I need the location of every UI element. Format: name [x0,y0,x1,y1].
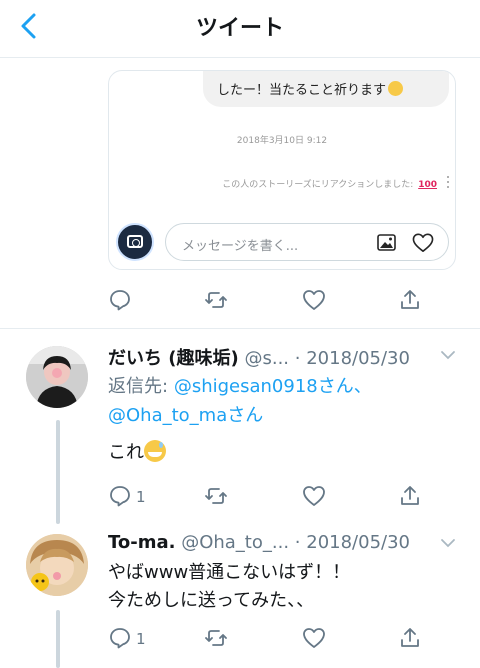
separator-dot: · [294,532,301,553]
user-handle[interactable]: @s... [244,348,289,369]
heart-icon [303,486,325,506]
message-timestamp: 2018年3月10日 9:12 [236,136,328,146]
tweet-actions: 1 [108,484,438,510]
tweet-header: To-ma. @Oha_to_... · 2018/05/30 [108,532,410,553]
share-icon [401,486,419,505]
share-icon [401,628,419,647]
tweet-actions [108,288,438,314]
share-icon [401,290,419,309]
avatar-image [26,346,88,408]
mention-link[interactable]: @shigesan0918さん、 [174,376,372,397]
reply-icon [110,290,130,311]
more-vertical-icon [446,173,450,195]
avatar[interactable] [26,534,88,596]
tweet-header: だいち (趣味垢) @s... · 2018/05/30 [108,344,410,370]
top-bar: ツイート [0,0,480,58]
mention-link[interactable]: @Oha_to_maさん [108,405,263,426]
user-handle[interactable]: @Oha_to_... [181,532,289,553]
reply-count: 1 [136,630,146,648]
divider [0,328,480,329]
retweet-icon [205,292,227,308]
hundred-points-emoji-icon: 100 [418,180,437,190]
share-button[interactable] [398,288,422,314]
chevron-down-icon[interactable] [440,538,456,548]
avatar-image [26,534,88,596]
retweet-button[interactable] [204,288,228,314]
tweet-text-line: やばwww普通こないはず！！ [108,562,351,583]
like-button[interactable] [302,288,326,314]
heart-icon [303,628,325,648]
photo-icon [377,234,396,251]
reply-icon [110,628,130,649]
thread-line [56,420,60,524]
tweet-actions: 1 [108,626,438,652]
reaction-text: この人のストーリーズにリアクションしました: [222,180,414,190]
sweat-smile-emoji-icon [144,440,166,462]
message-bubble: したー！当たること祈ります [203,71,449,107]
camera-button [116,223,154,261]
reply-icon [110,486,130,507]
retweet-button[interactable] [204,484,228,510]
laughing-emoji-icon [388,81,404,96]
reply-label: 返信先: [108,376,169,397]
tweet-text-content: これ [108,442,144,463]
reply-count: 1 [136,488,146,506]
reply-context-line2: @Oha_to_maさん [108,403,263,428]
retweet-button[interactable] [204,626,228,652]
heart-icon [303,290,325,310]
tweet-text: これ [108,440,166,465]
retweet-icon [205,488,227,504]
page-title: ツイート [195,16,284,41]
embedded-dm-screenshot[interactable]: したー！当たること祈ります 2018年3月10日 9:12 この人のストーリーズ… [108,70,456,270]
message-bubble-text: したー！当たること祈ります [217,83,387,98]
display-name[interactable]: だいち (趣味垢) [108,348,239,369]
chevron-down-icon[interactable] [440,350,456,360]
thread-line [56,610,60,668]
message-input: メッセージを書く... [165,223,449,261]
tweet-date: 2018/05/30 [306,348,410,369]
share-button[interactable] [398,626,422,652]
like-button[interactable] [302,626,326,652]
retweet-icon [205,630,227,646]
reply-button[interactable]: 1 [108,484,146,510]
display-name[interactable]: To-ma. [108,532,175,553]
separator-dot: · [294,348,301,369]
share-button[interactable] [398,484,422,510]
message-placeholder: メッセージを書く... [182,239,299,254]
reply-button[interactable] [108,288,132,314]
reply-context: 返信先: @shigesan0918さん、 [108,374,372,399]
reply-button[interactable]: 1 [108,626,146,652]
tweet-text-line: 今ためしに送ってみた、、 [108,590,315,611]
tweet-date: 2018/05/30 [306,532,410,553]
heart-outline-icon [412,233,434,252]
like-button[interactable] [302,484,326,510]
camera-icon [127,235,143,248]
avatar[interactable] [26,346,88,408]
story-reaction-notice: この人のストーリーズにリアクションしました: 100 [222,177,437,190]
